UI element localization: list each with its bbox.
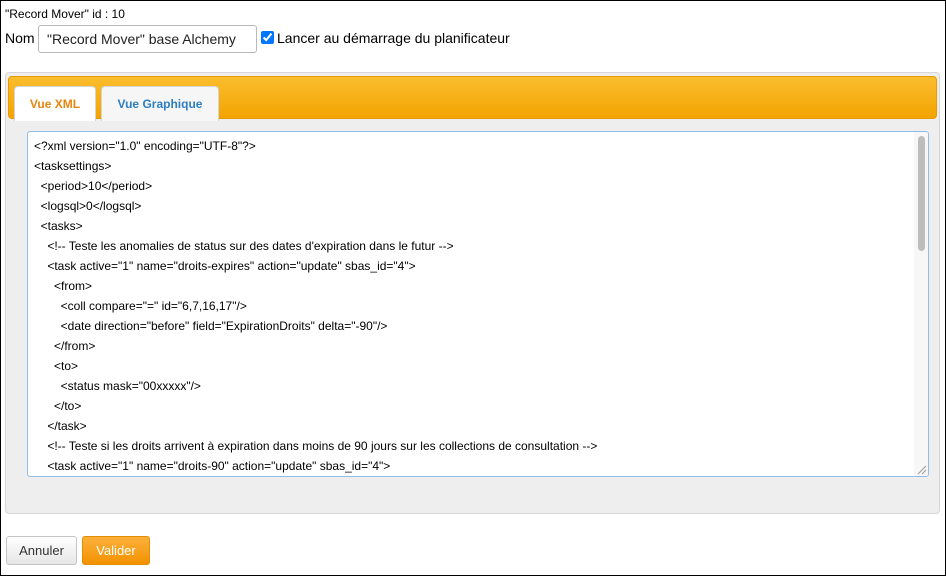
cancel-button[interactable]: Annuler: [6, 536, 77, 565]
code-line: <date direction="before" field="Expirati…: [34, 319, 388, 333]
code-line: </to>: [34, 399, 82, 413]
code-line: <logsql>0</logsql>: [34, 199, 142, 213]
code-line: <!-- Teste les anomalies de status sur d…: [34, 239, 454, 253]
resize-grip-icon[interactable]: [915, 463, 927, 475]
code-line: <tasksettings>: [34, 159, 112, 173]
code-line: </task>: [34, 419, 87, 433]
code-line: <task active="1" name="droits-90" action…: [34, 459, 391, 473]
submit-button[interactable]: Valider: [82, 536, 150, 565]
name-input[interactable]: [38, 25, 257, 53]
tab-bar: Vue XML Vue Graphique: [8, 76, 937, 121]
code-line: <!-- Teste si les droits arrivent à expi…: [34, 439, 598, 453]
tab-xml-view[interactable]: Vue XML: [14, 86, 96, 121]
code-line: <to>: [34, 359, 79, 373]
code-line: <?xml version="1.0" encoding="UTF-8"?>: [34, 139, 256, 153]
xml-code[interactable]: <?xml version="1.0" encoding="UTF-8"?> <t…: [34, 136, 597, 476]
code-line: </from>: [34, 339, 96, 353]
name-label: Nom: [5, 30, 35, 46]
code-line: <from>: [34, 279, 93, 293]
task-title: "Record Mover" id : 10: [5, 7, 125, 21]
startup-checkbox[interactable]: [261, 31, 274, 44]
code-line: <status mask="00xxxxx"/>: [34, 379, 201, 393]
code-line: <period>10</period>: [34, 179, 153, 193]
code-line: <coll compare="=" id="6,7,16,17"/>: [34, 299, 247, 313]
editor-scrollbar[interactable]: [914, 132, 928, 476]
tab-graphic-view[interactable]: Vue Graphique: [101, 86, 219, 121]
startup-label[interactable]: Lancer au démarrage du planificateur: [277, 30, 510, 46]
code-line: <tasks>: [34, 219, 83, 233]
xml-editor[interactable]: <?xml version="1.0" encoding="UTF-8"?> <t…: [27, 131, 929, 477]
editor-scrollbar-thumb[interactable]: [918, 136, 925, 251]
editor-panel: Vue XML Vue Graphique <?xml version="1.0…: [5, 72, 940, 514]
code-line: <task active="1" name="droits-expires" a…: [34, 259, 416, 273]
